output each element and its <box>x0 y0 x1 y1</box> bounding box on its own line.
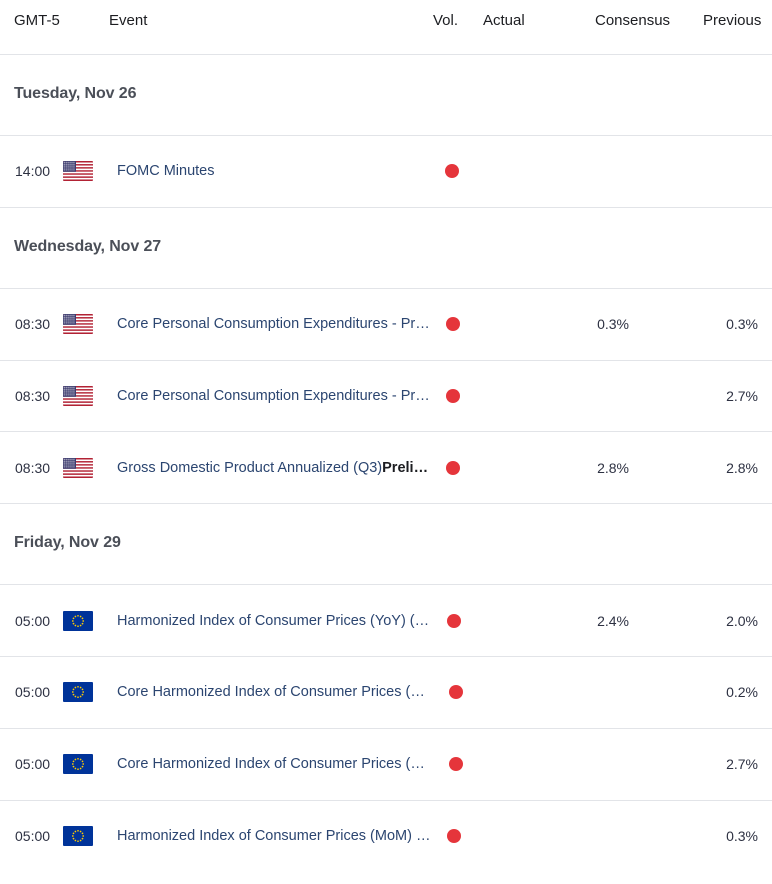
eu-flag-icon <box>63 682 93 703</box>
volatility-indicator-dot <box>446 317 460 332</box>
date-group-heading: Friday, Nov 29 <box>0 504 772 586</box>
event-name-qualifier: Preli… <box>382 459 429 476</box>
calendar-body: Tuesday, Nov 26 14:00 FOMC Minutes Wednesda… <box>0 55 772 871</box>
event-time: 08:30 <box>15 459 51 476</box>
volatility-indicator-dot <box>447 828 461 843</box>
column-header-previous: Previous <box>703 12 762 29</box>
consensus-value: 2.4% <box>597 612 629 629</box>
event-time: 08:30 <box>15 316 51 333</box>
volatility-indicator-dot <box>447 613 461 628</box>
economic-calendar: GMT-5 Event Vol. Actual Consensus Previo… <box>0 0 772 871</box>
date-group-label: Wednesday, Nov 27 <box>14 237 162 255</box>
event-name-link[interactable]: Core Personal Consumption Expenditures -… <box>117 316 430 332</box>
table-row[interactable]: 08:30 Core Personal Consumption Expenditu… <box>0 289 772 361</box>
event-name-text: Gross Domestic Product Annualized (Q3) <box>117 459 383 476</box>
event-name-link[interactable]: Harmonized Index of Consumer Prices (YoY… <box>117 613 429 629</box>
event-name-link[interactable]: Core Harmonized Index of Consumer Prices… <box>117 684 425 700</box>
table-row[interactable]: 05:00 Core Harmonized Index of Consumer P… <box>0 657 772 729</box>
volatility-indicator-dot <box>446 460 460 475</box>
table-row[interactable]: 05:00 Harmonized Index of Consumer Prices… <box>0 585 772 657</box>
event-time: 05:00 <box>15 827 51 844</box>
previous-value: 2.8% <box>726 459 758 476</box>
previous-value: 0.3% <box>726 316 758 333</box>
column-header-event: Event <box>109 12 148 29</box>
volatility-indicator-dot <box>445 164 459 179</box>
event-time: 05:00 <box>15 612 51 629</box>
event-name-link[interactable]: Harmonized Index of Consumer Prices (MoM… <box>117 828 430 844</box>
date-group-heading: Tuesday, Nov 26 <box>0 55 772 136</box>
event-time: 14:00 <box>15 163 51 180</box>
consensus-value: 2.8% <box>597 459 629 476</box>
table-row[interactable]: 14:00 FOMC Minutes <box>0 136 772 208</box>
event-name-link[interactable]: Gross Domestic Product Annualized (Q3)Pr… <box>117 460 428 476</box>
date-group-label: Friday, Nov 29 <box>14 534 121 552</box>
previous-value: 2.0% <box>726 612 758 629</box>
table-row[interactable]: 08:30 Gross Domestic Product Annualized (… <box>0 432 772 505</box>
eu-flag-icon <box>63 754 93 775</box>
calendar-column-header: GMT-5 Event Vol. Actual Consensus Previo… <box>0 0 772 55</box>
us-flag-icon <box>63 314 93 335</box>
previous-value: 2.7% <box>726 387 758 404</box>
previous-value: 0.3% <box>726 827 758 844</box>
us-flag-icon <box>63 161 93 182</box>
previous-value: 2.7% <box>726 756 758 773</box>
date-group-label: Tuesday, Nov 26 <box>14 85 137 102</box>
event-name-link[interactable]: Core Harmonized Index of Consumer Prices… <box>117 756 425 772</box>
volatility-indicator-dot <box>449 685 463 700</box>
date-group-heading: Wednesday, Nov 27 <box>0 208 772 289</box>
eu-flag-icon <box>63 825 93 846</box>
consensus-value: 0.3% <box>597 316 629 333</box>
volatility-indicator-dot <box>449 757 463 772</box>
us-flag-icon <box>63 385 93 406</box>
event-name-link[interactable]: FOMC Minutes <box>117 163 215 179</box>
event-time: 08:30 <box>15 387 51 404</box>
table-row[interactable]: 08:30 Core Personal Consumption Expenditu… <box>0 361 772 433</box>
event-name-link[interactable]: Core Personal Consumption Expenditures -… <box>117 388 430 404</box>
table-row[interactable]: 05:00 Core Harmonized Index of Consumer P… <box>0 729 772 801</box>
column-header-actual: Actual <box>483 12 525 29</box>
column-header-timezone: GMT-5 <box>14 12 60 29</box>
previous-value: 0.2% <box>726 684 758 701</box>
event-time: 05:00 <box>15 684 51 701</box>
event-time: 05:00 <box>15 756 51 773</box>
eu-flag-icon <box>63 610 93 631</box>
us-flag-icon <box>63 457 93 478</box>
column-header-volatility: Vol. <box>433 12 459 29</box>
column-header-consensus: Consensus <box>595 12 671 29</box>
volatility-indicator-dot <box>446 388 460 403</box>
table-row[interactable]: 05:00 Harmonized Index of Consumer Prices… <box>0 801 772 872</box>
